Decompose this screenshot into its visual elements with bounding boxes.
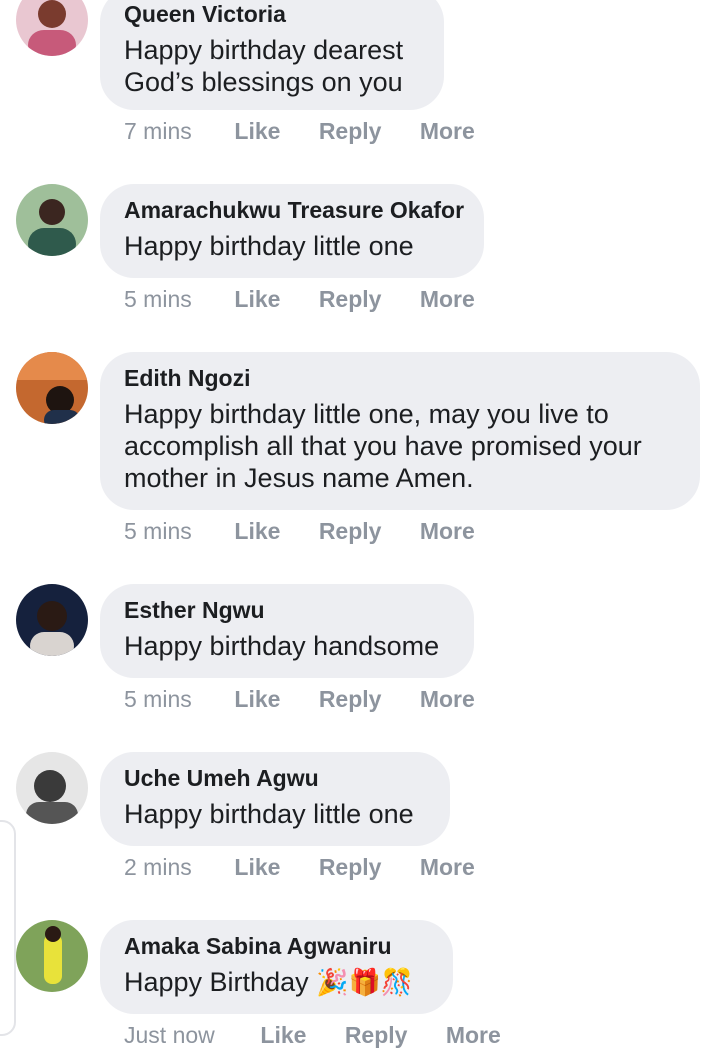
comment-text: Happy birthday little one xyxy=(124,231,414,261)
comment-bubble[interactable]: Uche Umeh Agwu Happy birthday little one xyxy=(100,752,450,846)
commenter-name[interactable]: Uche Umeh Agwu xyxy=(124,764,426,792)
comment-actions: 5 mins Like Reply More xyxy=(124,686,507,716)
more-button[interactable]: More xyxy=(420,854,475,881)
commenter-name[interactable]: Queen Victoria xyxy=(124,0,420,28)
more-button[interactable]: More xyxy=(446,1022,501,1049)
like-button[interactable]: Like xyxy=(234,118,280,145)
commenter-name[interactable]: Amarachukwu Treasure Okafor xyxy=(124,196,464,224)
avatar[interactable] xyxy=(16,352,88,424)
like-button[interactable]: Like xyxy=(234,518,280,545)
like-button[interactable]: Like xyxy=(234,286,280,313)
reply-button[interactable]: Reply xyxy=(319,686,382,713)
avatar[interactable] xyxy=(16,584,88,656)
side-panel-edge xyxy=(0,820,16,1036)
reply-button[interactable]: Reply xyxy=(319,118,382,145)
reply-button[interactable]: Reply xyxy=(319,518,382,545)
comment-text: Happy birthday little one xyxy=(124,799,414,829)
reply-button[interactable]: Reply xyxy=(319,286,382,313)
comment-actions: 7 mins Like Reply More xyxy=(124,118,507,148)
comment-text: Happy Birthday 🎉🎁🎊 xyxy=(124,966,429,998)
party-gift-confetti-emoji-icons: 🎉🎁🎊 xyxy=(316,967,414,997)
avatar[interactable] xyxy=(16,184,88,256)
commenter-name[interactable]: Esther Ngwu xyxy=(124,596,450,624)
commenter-name[interactable]: Edith Ngozi xyxy=(124,364,676,392)
avatar[interactable] xyxy=(16,752,88,824)
comment-timestamp: 5 mins xyxy=(124,286,192,312)
comment-bubble[interactable]: Amaka Sabina Agwaniru Happy Birthday 🎉🎁🎊 xyxy=(100,920,453,1014)
more-button[interactable]: More xyxy=(420,118,475,145)
comment-bubble[interactable]: Queen Victoria Happy birthday dearest Go… xyxy=(100,0,444,110)
comment-actions: Just now Like Reply More xyxy=(124,1022,533,1052)
comment-text: Happy birthday dearest God’s blessings o… xyxy=(124,35,404,97)
comment-text-body: Happy Birthday xyxy=(124,967,317,997)
comment-actions: 2 mins Like Reply More xyxy=(124,854,507,884)
more-button[interactable]: More xyxy=(420,686,475,713)
comment-timestamp: 7 mins xyxy=(124,118,192,144)
comment-bubble[interactable]: Amarachukwu Treasure Okafor Happy birthd… xyxy=(100,184,484,278)
comment-timestamp: 5 mins xyxy=(124,686,192,712)
more-button[interactable]: More xyxy=(420,286,475,313)
reply-button[interactable]: Reply xyxy=(319,854,382,881)
comment-timestamp: Just now xyxy=(124,1022,215,1048)
comment-bubble[interactable]: Esther Ngwu Happy birthday handsome xyxy=(100,584,474,678)
comment-actions: 5 mins Like Reply More xyxy=(124,286,507,316)
like-button[interactable]: Like xyxy=(234,854,280,881)
avatar[interactable] xyxy=(16,920,88,992)
avatar[interactable] xyxy=(16,0,88,56)
reply-button[interactable]: Reply xyxy=(345,1022,408,1049)
commenter-name[interactable]: Amaka Sabina Agwaniru xyxy=(124,932,429,960)
comment-text: Happy birthday handsome xyxy=(124,631,440,661)
like-button[interactable]: Like xyxy=(234,686,280,713)
comment-bubble[interactable]: Edith Ngozi Happy birthday little one, m… xyxy=(100,352,700,510)
more-button[interactable]: More xyxy=(420,518,475,545)
comment-actions: 5 mins Like Reply More xyxy=(124,518,507,548)
comment-text: Happy birthday little one, may you live … xyxy=(124,399,642,493)
like-button[interactable]: Like xyxy=(260,1022,306,1049)
comment-timestamp: 5 mins xyxy=(124,518,192,544)
comment-timestamp: 2 mins xyxy=(124,854,192,880)
